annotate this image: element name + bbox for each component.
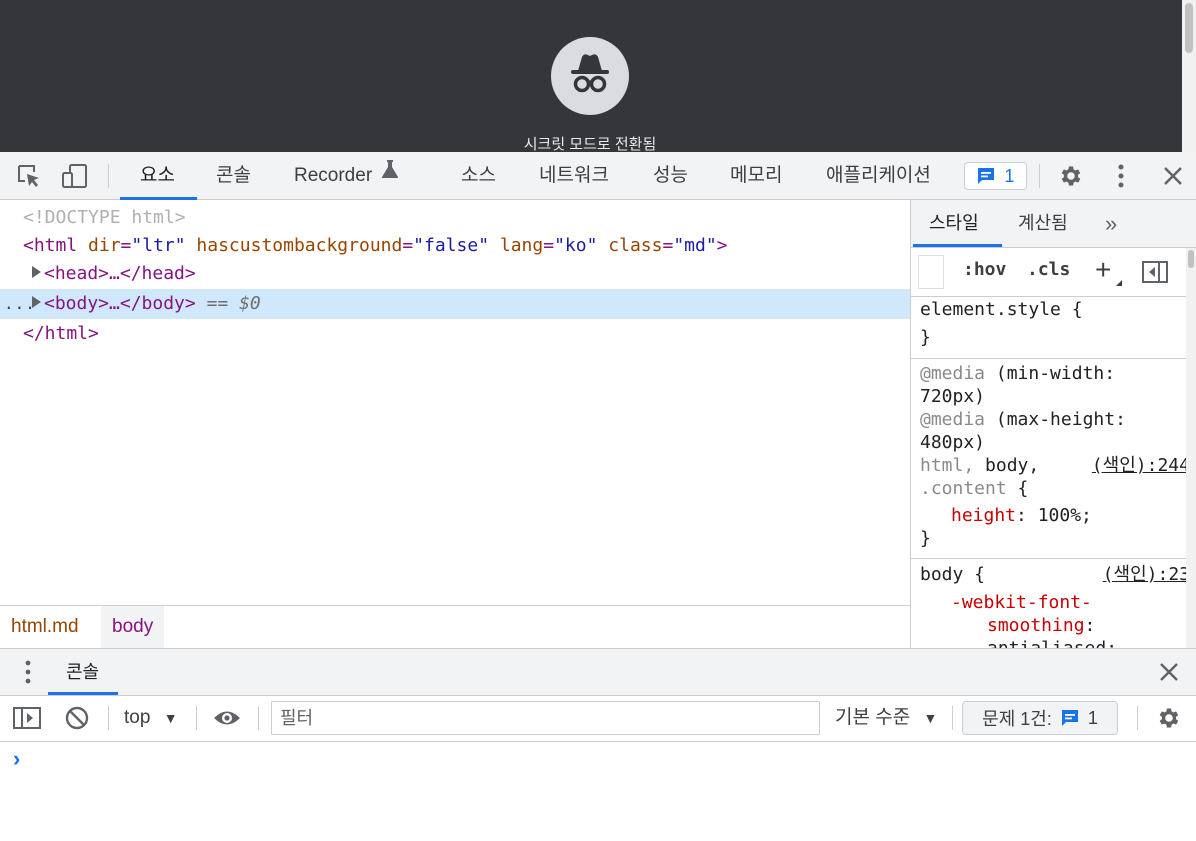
dom-body-selected[interactable]: ... <body>…</body> == $0 — [0, 289, 910, 319]
media-query-1: @media (min-width: — [920, 363, 1116, 384]
console-issues-button[interactable]: 문제 1건: 1 — [962, 701, 1118, 735]
tab-memory[interactable]: 메모리 — [730, 152, 782, 200]
new-rule-plus-icon[interactable]: + — [1095, 248, 1111, 296]
rule-2-selector[interactable]: body {(색인):23 — [920, 563, 1190, 586]
expand-triangle-icon[interactable] — [32, 296, 41, 308]
expand-triangle-icon[interactable] — [32, 266, 41, 278]
styles-scrollbar[interactable] — [1186, 248, 1196, 648]
log-level-selector[interactable]: 기본 수준 ▼ — [835, 696, 937, 740]
close-icon[interactable] — [1159, 162, 1187, 190]
drawer-close-icon[interactable] — [1159, 662, 1179, 687]
styles-toolbar: :hov .cls + — [911, 248, 1187, 296]
dom-head[interactable]: <head>…</head> — [0, 259, 910, 289]
rule-1-selector-2[interactable]: .content { — [920, 477, 1190, 500]
tab-performance[interactable]: 성능 — [653, 152, 688, 200]
breadcrumb-body[interactable]: body — [101, 606, 165, 648]
device-toolbar-icon[interactable] — [61, 162, 89, 190]
console-prompt-icon: › — [13, 746, 21, 771]
devtools-toolbar: 요소 콘솔 Recorder 소스 네트워크 성능 메모리 애플리케이션 1 — [0, 152, 1196, 200]
page-scrollbar[interactable] — [1182, 0, 1196, 152]
tab-recorder[interactable]: Recorder — [294, 152, 399, 200]
console-output[interactable]: › — [0, 742, 1196, 841]
console-settings-gear-icon[interactable] — [1156, 705, 1182, 737]
rule-2-source-link[interactable]: (색인):23 — [1103, 563, 1190, 586]
doctype-text: <!DOCTYPE html> — [23, 207, 186, 228]
active-tab-indicator — [48, 692, 118, 695]
tab-recorder-label: Recorder — [294, 165, 373, 187]
tab-computed[interactable]: 계산됨 — [1018, 200, 1068, 247]
issues-button[interactable]: 1 — [964, 162, 1027, 190]
console-filter-input[interactable] — [271, 701, 820, 735]
console-issues-label: 문제 1건: — [982, 709, 1052, 729]
inspect-element-icon[interactable] — [15, 162, 43, 190]
rule-element-style[interactable]: element.style { — [920, 298, 1190, 321]
hov-toggle[interactable]: :hov — [963, 248, 1006, 296]
message-icon — [976, 166, 996, 186]
new-rule-dropdown-icon[interactable] — [1116, 280, 1122, 286]
styles-filter-input[interactable] — [918, 255, 944, 289]
console-issues-count: 1 — [1087, 707, 1098, 728]
styles-tabs: 스타일 계산됨 » — [911, 200, 1196, 248]
tab-elements[interactable]: 요소 — [140, 152, 175, 200]
console-toolbar: top ▼ 기본 수준 ▼ 문제 1건: 1 — [0, 696, 1196, 742]
incognito-message: 시크릿 모드로 전환됨 — [523, 136, 657, 152]
rule-2-declaration[interactable]: -webkit-font- — [951, 591, 1196, 614]
clear-console-icon[interactable] — [65, 706, 89, 736]
tab-network[interactable]: 네트워크 — [539, 152, 609, 200]
body-ref: == $0 — [206, 293, 261, 314]
styles-pane: 스타일 계산됨 » :hov .cls + element.style { } … — [910, 200, 1196, 648]
dom-doctype[interactable]: <!DOCTYPE html> — [0, 203, 910, 233]
page-preview: 시크릿 모드로 전환됨 — [0, 0, 1196, 152]
eye-icon[interactable] — [213, 707, 241, 735]
issues-count: 1 — [1004, 165, 1015, 186]
show-sidebar-icon[interactable] — [13, 706, 41, 736]
drawer-menu-icon[interactable] — [25, 660, 31, 689]
media-query-2-value: 480px) — [920, 432, 986, 453]
rule-1-selector[interactable]: html, body, (색인):244 — [920, 454, 1190, 477]
tab-application[interactable]: 애플리케이션 — [826, 152, 931, 200]
cls-toggle[interactable]: .cls — [1027, 248, 1070, 296]
breadcrumb-html[interactable]: html.md — [0, 606, 90, 648]
drawer-tab-console[interactable]: 콘솔 — [66, 649, 99, 695]
incognito-icon — [551, 37, 629, 115]
html-open-tag: <html dir="ltr" hascustombackground="fal… — [23, 235, 728, 256]
html-close-tag: </html> — [23, 323, 99, 344]
drawer-tabs: 콘솔 — [0, 648, 1196, 696]
dom-html-close[interactable]: </html> — [0, 319, 910, 349]
media-query-1-value: 720px) — [920, 386, 986, 407]
elements-panel: <!DOCTYPE html> <html dir="ltr" hascusto… — [0, 200, 910, 605]
tab-console[interactable]: 콘솔 — [216, 152, 251, 200]
chevron-down-icon: ▼ — [923, 710, 938, 726]
message-icon — [1060, 708, 1080, 728]
gear-icon[interactable] — [1057, 162, 1085, 190]
body-tag: <body>…</body> — [44, 293, 196, 314]
tab-sources[interactable]: 소스 — [461, 152, 496, 200]
rule-1-close: } — [920, 528, 931, 549]
active-tab-indicator — [913, 244, 1002, 247]
rule-2-value: antialiased; — [987, 637, 1196, 648]
page-scrollbar-thumb[interactable] — [1185, 3, 1193, 53]
flask-icon — [381, 150, 399, 198]
log-level-label: 기본 수준 — [835, 707, 911, 728]
more-options-icon[interactable] — [1107, 162, 1135, 190]
toolbar-separator — [108, 164, 109, 188]
more-tabs-chevron-icon[interactable]: » — [1105, 200, 1117, 247]
rule-element-style-close: } — [920, 327, 931, 348]
chevron-down-icon: ▼ — [163, 710, 178, 726]
toolbar-separator — [1039, 164, 1040, 188]
head-tag: <head>…</head> — [44, 263, 196, 284]
context-selector-label: top — [124, 707, 151, 728]
tab-styles[interactable]: 스타일 — [929, 200, 979, 247]
toggle-sidebar-icon[interactable] — [1142, 261, 1168, 289]
rule-1-declaration[interactable]: height: 100%; — [951, 504, 1196, 527]
context-selector[interactable]: top ▼ — [124, 696, 178, 740]
breadcrumb: html.md body — [0, 605, 910, 648]
styles-scrollbar-thumb[interactable] — [1188, 250, 1194, 268]
rule-1-source-link[interactable]: (색인):244 — [1092, 454, 1190, 477]
media-query-2: @media (max-height: — [920, 409, 1126, 430]
dom-html-open[interactable]: <html dir="ltr" hascustombackground="fal… — [0, 231, 910, 261]
rule-2-declaration-cont: smoothing: — [987, 615, 1096, 636]
